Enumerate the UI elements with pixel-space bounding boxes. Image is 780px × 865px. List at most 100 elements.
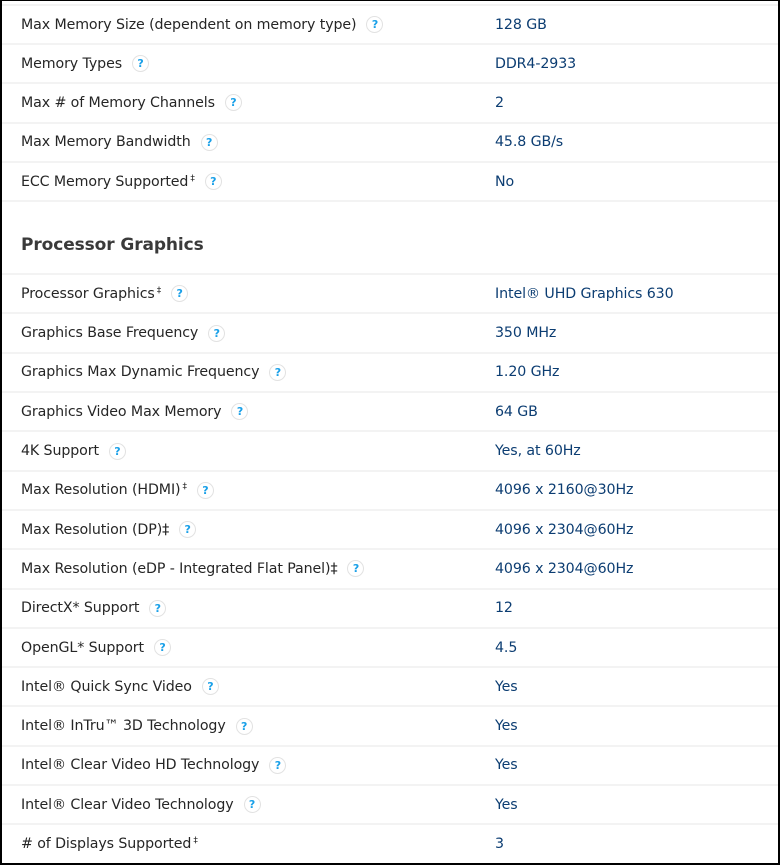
help-icon[interactable]: ?: [243, 796, 261, 814]
spec-value: 4096 x 2304@60Hz: [495, 521, 634, 538]
section-title-processor-graphics: Processor Graphics: [21, 235, 204, 256]
section-header: Processor Graphics: [2, 202, 778, 276]
spec-value: Intel® UHD Graphics 630: [495, 285, 674, 302]
help-icon[interactable]: ?: [149, 599, 167, 617]
spec-label: Max Memory Bandwidth?: [2, 133, 495, 151]
spec-label: Max Resolution (HDMI) ‡?: [2, 481, 495, 499]
spec-label: Max Memory Size (dependent on memory typ…: [2, 16, 495, 33]
help-icon[interactable]: ?: [196, 481, 214, 499]
spec-label-text: Intel® Clear Video HD Technology: [21, 757, 260, 774]
spec-label-text: 4K Support: [21, 443, 99, 460]
spec-row-memory-types: Memory Types? DDR4-2933: [2, 45, 778, 85]
help-icon[interactable]: ?: [269, 363, 287, 381]
spec-row-directx-support: DirectX* Support? 12: [2, 590, 778, 629]
spec-label: DirectX* Support?: [2, 599, 495, 617]
spec-label: Graphics Base Frequency?: [2, 324, 495, 342]
spec-label: Intel® Clear Video HD Technology?: [2, 756, 495, 774]
help-icon[interactable]: ?: [204, 173, 222, 191]
help-icon[interactable]: ?: [224, 94, 242, 112]
spec-label: Max Resolution (DP)‡?: [2, 521, 495, 539]
spec-value: 4096 x 2304@60Hz: [495, 560, 634, 577]
help-icon[interactable]: ?: [269, 756, 287, 774]
spec-label: Intel® Quick Sync Video?: [2, 678, 495, 696]
spec-row-intel-intru-3d-technology: Intel® InTru™ 3D Technology? Yes: [2, 707, 778, 747]
spec-label-text: Intel® Quick Sync Video: [21, 678, 192, 695]
help-icon[interactable]: ?: [208, 324, 226, 342]
spec-label-text: Max Memory Bandwidth: [21, 134, 191, 151]
spec-label: Max Resolution (eDP - Integrated Flat Pa…: [2, 560, 495, 578]
spec-label-text: DirectX* Support: [21, 600, 140, 617]
footnote-marker: ‡: [193, 835, 198, 846]
memory-spec-table: Max Memory Size (dependent on memory typ…: [2, 6, 778, 203]
help-icon[interactable]: ?: [235, 717, 253, 735]
spec-label-text: Max Resolution (eDP - Integrated Flat Pa…: [21, 560, 338, 577]
spec-row-max-memory-size-dependent-on-memory-type: Max Memory Size (dependent on memory typ…: [2, 6, 778, 45]
spec-row-intel-quick-sync-video: Intel® Quick Sync Video? Yes: [2, 668, 778, 708]
help-icon[interactable]: ?: [231, 403, 249, 421]
spec-value: 1.20 GHz: [495, 364, 560, 381]
spec-label-text: OpenGL* Support: [21, 639, 144, 656]
footnote-marker: ‡: [156, 285, 162, 296]
spec-row-max-resolution-edp-integrated-flat-panel: Max Resolution (eDP - Integrated Flat Pa…: [2, 550, 778, 590]
spec-value: Yes: [495, 796, 518, 813]
spec-row-opengl-support: OpenGL* Support? 4.5: [2, 629, 778, 669]
graphics-spec-table: Processor Graphics ‡? Intel® UHD Graphics …: [2, 275, 778, 862]
spec-label: Intel® InTru™ 3D Technology?: [2, 717, 495, 735]
spec-label-text: ECC Memory Supported: [21, 173, 189, 190]
spec-label: ECC Memory Supported ‡?: [2, 173, 495, 191]
spec-label-text: Graphics Base Frequency: [21, 325, 199, 342]
spec-value: 2: [495, 94, 504, 111]
spec-label-text: Max Resolution (HDMI): [21, 482, 181, 499]
spec-label-text: Intel® Clear Video Technology: [21, 796, 234, 813]
spec-row-graphics-video-max-memory: Graphics Video Max Memory? 64 GB: [2, 393, 778, 433]
spec-row-processor-graphics: Processor Graphics ‡? Intel® UHD Graphics …: [2, 275, 778, 315]
spec-label-text: Memory Types: [21, 55, 122, 72]
spec-value: 4.5: [495, 639, 518, 656]
spec-value: No: [495, 173, 515, 190]
spec-label: Intel® Clear Video Technology?: [2, 796, 495, 814]
help-icon[interactable]: ?: [108, 442, 126, 460]
help-icon[interactable]: ?: [171, 285, 189, 303]
spec-label-text: Intel® InTru™ 3D Technology: [21, 718, 226, 735]
spec-row-max-resolution-hdmi: Max Resolution (HDMI) ‡? 4096 x 2160@30Hz: [2, 472, 778, 511]
spec-value: Yes: [495, 718, 518, 735]
spec-row-ecc-memory-supported: ECC Memory Supported ‡? No: [2, 163, 778, 203]
spec-panel: Max Memory Size (dependent on memory typ…: [0, 0, 780, 865]
spec-label: 4K Support?: [2, 442, 495, 460]
spec-value: DDR4-2933: [495, 55, 577, 72]
spec-label-text: Graphics Video Max Memory: [21, 403, 222, 420]
spec-label: # of Displays Supported ‡: [2, 836, 495, 852]
spec-row-intel-clear-video-hd-technology: Intel® Clear Video HD Technology? Yes: [2, 747, 778, 787]
spec-value: Yes: [495, 678, 518, 695]
spec-label: OpenGL* Support?: [2, 639, 495, 656]
spec-row-graphics-max-dynamic-frequency: Graphics Max Dynamic Frequency? 1.20 GHz: [2, 354, 778, 394]
help-icon[interactable]: ?: [200, 133, 218, 151]
spec-value: Yes: [495, 757, 518, 774]
spec-row-4k-support: 4K Support? Yes, at 60Hz: [2, 432, 778, 472]
footnote-marker: ‡: [182, 482, 187, 493]
help-icon[interactable]: ?: [132, 55, 149, 73]
help-icon[interactable]: ?: [366, 16, 384, 33]
spec-label: Graphics Video Max Memory?: [2, 403, 495, 421]
spec-label: Graphics Max Dynamic Frequency?: [2, 363, 495, 381]
spec-label-text: Processor Graphics: [21, 285, 155, 302]
help-icon[interactable]: ?: [347, 560, 365, 578]
help-icon[interactable]: ?: [179, 521, 197, 539]
spec-label-text: # of Displays Supported: [21, 835, 192, 852]
spec-label: Processor Graphics ‡?: [2, 285, 495, 303]
spec-label-text: Graphics Max Dynamic Frequency: [21, 364, 260, 381]
spec-row-graphics-base-frequency: Graphics Base Frequency? 350 MHz: [2, 314, 778, 354]
spec-row-max-resolution-dp: Max Resolution (DP)‡? 4096 x 2304@60Hz: [2, 511, 778, 551]
spec-value: 128 GB: [495, 16, 547, 33]
spec-label-text: Max Resolution (DP)‡: [21, 521, 170, 538]
spec-value: 64 GB: [495, 403, 538, 420]
spec-value: 45.8 GB/s: [495, 134, 564, 151]
spec-row-of-displays-supported: # of Displays Supported ‡ 3: [2, 825, 778, 862]
spec-row-max-memory-bandwidth: Max Memory Bandwidth? 45.8 GB/s: [2, 124, 778, 163]
help-icon[interactable]: ?: [201, 678, 219, 696]
spec-label-text: Max # of Memory Channels: [21, 94, 215, 111]
spec-row-max-of-memory-channels: Max # of Memory Channels? 2: [2, 84, 778, 124]
help-icon[interactable]: ?: [153, 639, 171, 656]
spec-value: 350 MHz: [495, 325, 557, 342]
spec-row-intel-clear-video-technology: Intel® Clear Video Technology? Yes: [2, 786, 778, 826]
